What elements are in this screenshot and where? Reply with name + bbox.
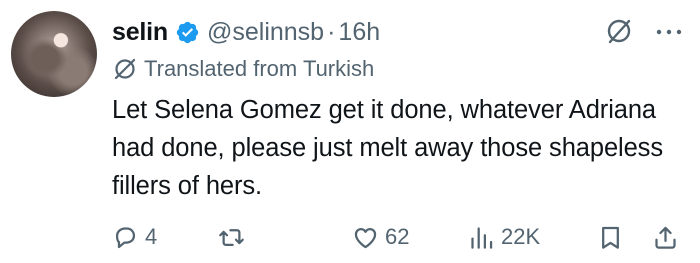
like-button[interactable]: 62 — [352, 219, 409, 255]
timestamp[interactable]: 16h — [338, 18, 380, 47]
views-button[interactable]: 22K — [468, 219, 540, 255]
bookmark-icon — [602, 226, 619, 249]
analytics-icon — [471, 226, 493, 249]
action-bar: 4 62 22K — [112, 219, 684, 255]
reply-count: 4 — [145, 224, 158, 249]
share-icon — [655, 226, 676, 249]
translation-note[interactable]: Translated from Turkish — [112, 56, 374, 82]
repost-button[interactable] — [218, 219, 251, 255]
reply-icon — [115, 226, 136, 248]
tweet-header: selin @selinnsb · 16h — [112, 14, 380, 50]
share-button[interactable] — [652, 219, 679, 255]
separator-dot: · — [327, 17, 336, 46]
author-handle[interactable]: @selinnsb — [207, 18, 324, 47]
author-name[interactable]: selin — [112, 18, 168, 47]
bookmark-button[interactable] — [597, 219, 624, 255]
more-options-icon[interactable] — [654, 20, 684, 44]
repost-icon — [219, 228, 244, 246]
heart-icon — [354, 227, 377, 248]
tweet-text: Let Selena Gomez get it done, whatever A… — [112, 96, 663, 200]
like-count: 62 — [385, 224, 410, 249]
grok-icon[interactable] — [604, 16, 634, 46]
reply-button[interactable]: 4 — [112, 219, 157, 255]
translate-icon — [114, 58, 136, 80]
translation-label: Translated from Turkish — [144, 56, 375, 81]
avatar[interactable] — [11, 11, 97, 97]
verified-badge-icon — [176, 21, 199, 43]
view-count: 22K — [501, 224, 541, 249]
